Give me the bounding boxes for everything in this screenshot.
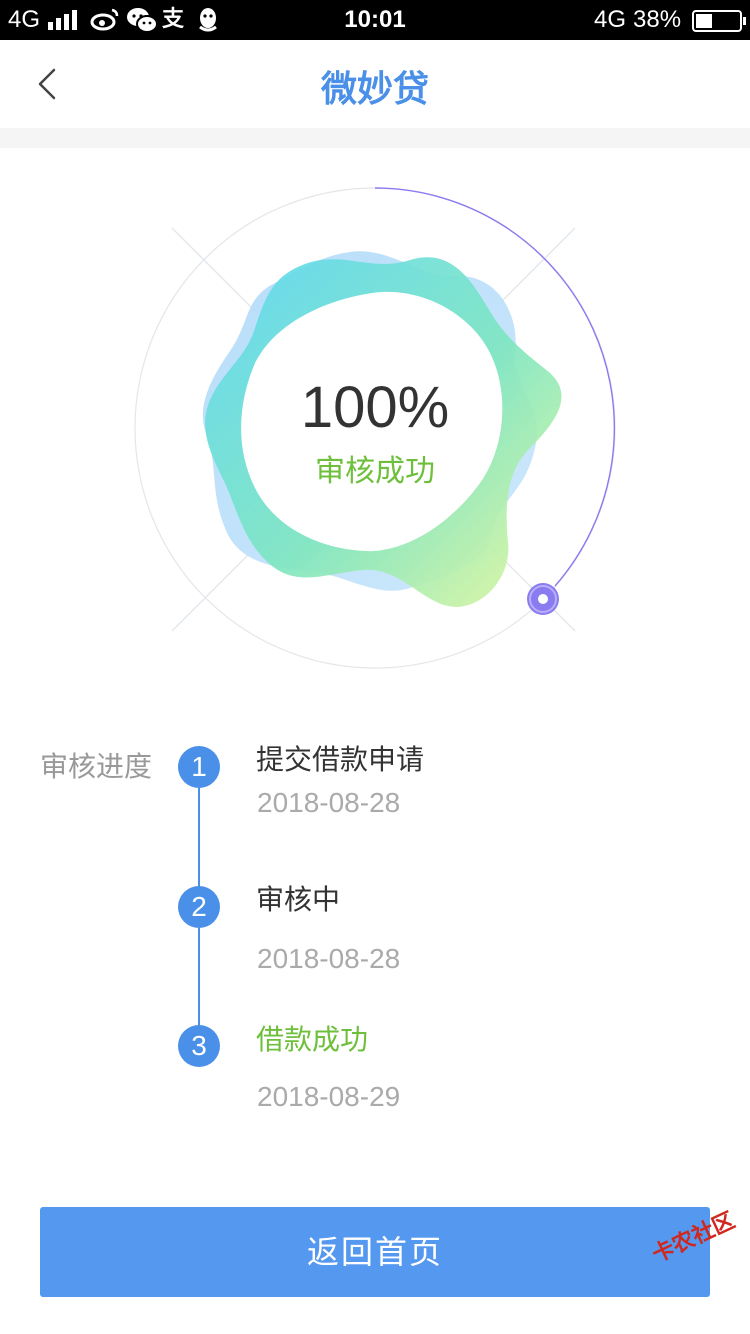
nav-header: 微妙贷 bbox=[0, 40, 750, 128]
step-date-1: 2018-08-28 bbox=[257, 787, 401, 818]
step-title-1: 提交借款申请 bbox=[256, 743, 425, 776]
step-date-3: 2018-08-29 bbox=[257, 1081, 401, 1112]
step-number-2: 2 bbox=[178, 886, 220, 928]
step-connector bbox=[198, 928, 200, 1028]
step-number-1: 1 bbox=[178, 746, 220, 788]
step-date-2: 2018-08-28 bbox=[257, 943, 401, 974]
step-title-3: 借款成功 bbox=[256, 1023, 369, 1056]
result-hero: 100% 审核成功 bbox=[0, 148, 750, 708]
review-status: 审核成功 bbox=[315, 454, 435, 489]
battery-percent: 38% bbox=[633, 6, 682, 33]
step-number-3: 3 bbox=[178, 1025, 220, 1067]
page-title: 微妙贷 bbox=[320, 69, 429, 110]
step-connector bbox=[198, 788, 200, 888]
network-type-right: 4G bbox=[594, 6, 627, 33]
progress-percent: 100% bbox=[300, 375, 450, 440]
progress-handle bbox=[527, 583, 559, 615]
battery-icon bbox=[692, 10, 746, 32]
status-bar: 4G 支 10:01 4G 38% bbox=[0, 0, 750, 40]
step-title-2: 审核中 bbox=[256, 883, 341, 916]
progress-label: 审核进度 bbox=[40, 750, 153, 783]
return-home-button[interactable]: 返回首页 bbox=[40, 1207, 710, 1297]
header-divider bbox=[0, 128, 750, 148]
